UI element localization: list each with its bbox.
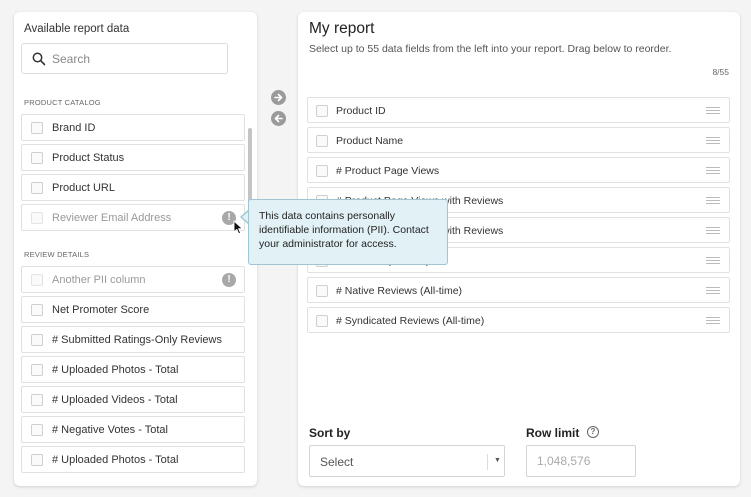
field-label: Another PII column	[52, 274, 146, 286]
field-checkbox[interactable]	[31, 122, 43, 134]
field-label: Brand ID	[52, 122, 96, 134]
field-checkbox[interactable]	[316, 105, 328, 117]
report-field-label: # Product Page Views	[336, 165, 440, 177]
field-label: # Uploaded Photos - Total	[52, 454, 179, 466]
section-label-product-catalog: PRODUCT CATALOG	[24, 98, 101, 107]
available-data-title: Available report data	[24, 23, 130, 35]
available-data-panel: Available report data PRODUCT CATALOG Br…	[14, 12, 257, 486]
report-field-row[interactable]: # Syndicated Reviews (All-time)	[307, 307, 730, 333]
selected-field-count: 8/55	[712, 67, 729, 77]
field-checkbox[interactable]	[316, 165, 328, 177]
field-item-uploaded-videos-total[interactable]: # Uploaded Videos - Total	[21, 386, 245, 413]
report-field-label: # Syndicated Reviews (All-time)	[336, 315, 485, 327]
field-checkbox[interactable]	[316, 135, 328, 147]
pii-warning-icon[interactable]: !	[222, 273, 236, 287]
arrow-right-icon	[274, 93, 283, 102]
report-field-label: # Native Reviews (All-time)	[336, 285, 463, 297]
field-checkbox[interactable]	[31, 454, 43, 466]
field-item-submitted-ratings-only-reviews[interactable]: # Submitted Ratings-Only Reviews	[21, 326, 245, 353]
drag-handle-icon[interactable]	[706, 257, 720, 265]
field-label: # Negative Votes - Total	[52, 424, 168, 436]
sort-by-value: Select	[320, 455, 354, 469]
field-checkbox[interactable]	[31, 394, 43, 406]
row-limit-label: Row limit	[526, 426, 580, 440]
arrow-left-icon	[274, 114, 283, 123]
field-item-product-url[interactable]: Product URL	[21, 174, 245, 201]
add-field-button[interactable]	[271, 90, 286, 105]
field-item-net-promoter-score[interactable]: Net Promoter Score	[21, 296, 245, 323]
report-field-row[interactable]: Product Name	[307, 127, 730, 153]
mouse-cursor-icon	[233, 220, 243, 235]
drag-handle-icon[interactable]	[706, 137, 720, 145]
field-label: # Submitted Ratings-Only Reviews	[52, 334, 222, 346]
field-item-uploaded-photos-total[interactable]: # Uploaded Photos - Total	[21, 356, 245, 383]
section-label-review-details: REVIEW DETAILS	[24, 250, 90, 259]
field-label: # Uploaded Videos - Total	[52, 394, 178, 406]
row-limit-input[interactable]	[526, 445, 636, 477]
drag-handle-icon[interactable]	[706, 287, 720, 295]
drag-handle-icon[interactable]	[706, 107, 720, 115]
field-label: Product Status	[52, 152, 125, 164]
field-label: Reviewer Email Address	[52, 212, 172, 224]
field-checkbox	[31, 212, 43, 224]
drag-handle-icon[interactable]	[706, 197, 720, 205]
field-checkbox[interactable]	[31, 364, 43, 376]
drag-handle-icon[interactable]	[706, 317, 720, 325]
pii-tooltip: This data contains personally identifiab…	[248, 199, 448, 265]
report-field-row[interactable]: Product ID	[307, 97, 730, 123]
report-field-label: Product ID	[336, 105, 386, 117]
field-checkbox[interactable]	[31, 182, 43, 194]
search-input[interactable]	[52, 49, 222, 69]
field-checkbox	[31, 274, 43, 286]
field-item-reviewer-email-address: Reviewer Email Address !	[21, 204, 245, 231]
report-instructions: Select up to 55 data fields from the lef…	[309, 43, 672, 55]
field-item-another-pii-column: Another PII column !	[21, 266, 245, 293]
caret-down-icon: ▼	[494, 457, 501, 464]
report-field-row[interactable]: # Native Reviews (All-time)	[307, 277, 730, 303]
help-icon[interactable]: ?	[587, 426, 599, 438]
search-icon	[32, 52, 46, 66]
report-title: My report	[309, 20, 375, 37]
remove-field-button[interactable]	[271, 111, 286, 126]
field-checkbox[interactable]	[316, 285, 328, 297]
field-checkbox[interactable]	[316, 315, 328, 327]
field-label: Product URL	[52, 182, 115, 194]
field-label: # Uploaded Photos - Total	[52, 364, 179, 376]
field-item-brand-id[interactable]: Brand ID	[21, 114, 245, 141]
field-label: Net Promoter Score	[52, 304, 150, 316]
drag-handle-icon[interactable]	[706, 227, 720, 235]
drag-handle-icon[interactable]	[706, 167, 720, 175]
field-checkbox[interactable]	[31, 304, 43, 316]
field-checkbox[interactable]	[31, 334, 43, 346]
field-item-uploaded-photos-total-2[interactable]: # Uploaded Photos - Total	[21, 446, 245, 473]
field-item-negative-votes-total[interactable]: # Negative Votes - Total	[21, 416, 245, 443]
field-checkbox[interactable]	[31, 424, 43, 436]
field-checkbox[interactable]	[31, 152, 43, 164]
select-divider	[487, 454, 488, 470]
search-box[interactable]	[21, 43, 228, 74]
sort-by-label: Sort by	[309, 426, 351, 440]
field-item-product-status[interactable]: Product Status	[21, 144, 245, 171]
sort-by-select[interactable]: Select ▼	[309, 445, 505, 477]
report-field-row[interactable]: # Product Page Views	[307, 157, 730, 183]
report-field-label: Product Name	[336, 135, 404, 147]
